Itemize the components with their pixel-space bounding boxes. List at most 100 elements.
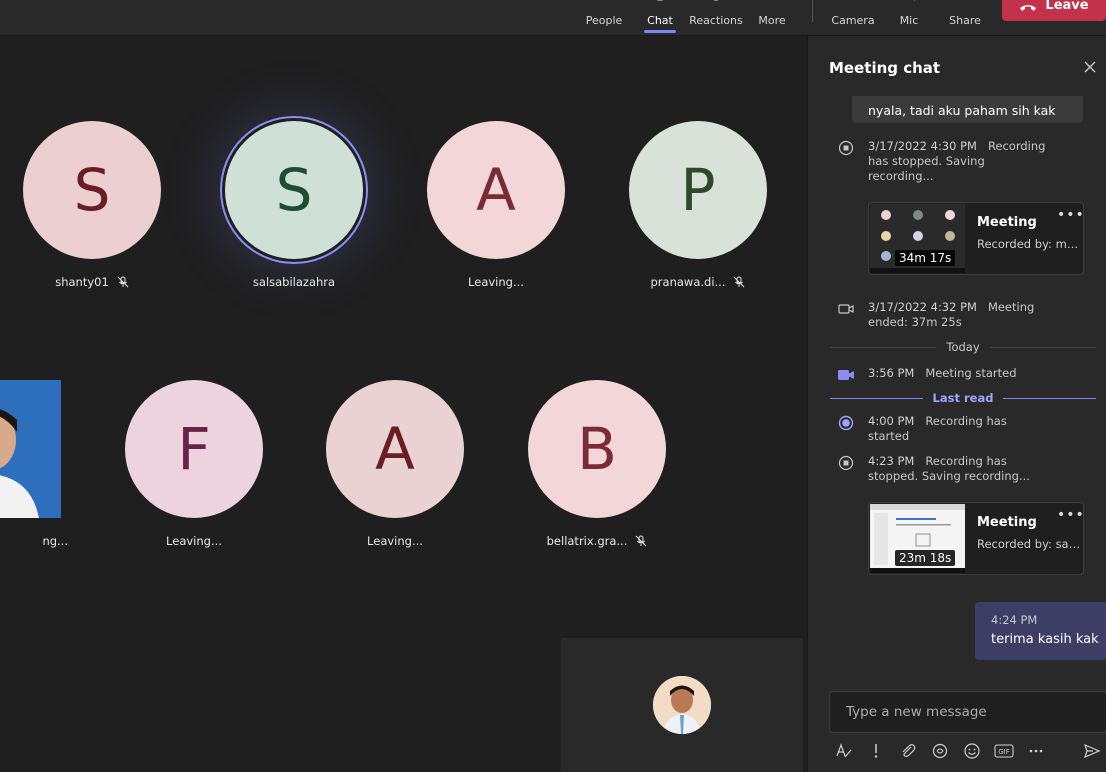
message-time: 4:24 PM xyxy=(991,613,1038,627)
participant-name: pranawa.di... xyxy=(650,275,726,289)
event-text: 4:23 PM Recording has stopped. Saving re… xyxy=(868,454,1030,483)
participant-tile[interactable]: A Leaving... xyxy=(295,380,495,580)
video-camera-filled-icon xyxy=(838,370,854,380)
chat-active-indicator xyxy=(644,30,676,33)
leave-button[interactable]: Leave xyxy=(1002,0,1106,21)
emoji-icon[interactable] xyxy=(962,741,982,761)
participant-initial: S xyxy=(275,156,313,224)
event-text: 3/17/2022 4:32 PM Meeting ended: 37m 25s xyxy=(868,300,1035,329)
self-avatar xyxy=(653,676,711,734)
loop-icon[interactable] xyxy=(930,741,950,761)
system-event: 3:56 PM Meeting started xyxy=(838,366,1038,386)
participant-tile[interactable]: A Leaving... xyxy=(396,121,596,321)
camera-icon xyxy=(844,0,862,6)
participant-avatar: A xyxy=(427,121,565,259)
participant-avatar: A xyxy=(326,380,464,518)
recording-title: Meeting xyxy=(977,515,1037,530)
participant-avatar: F xyxy=(125,380,263,518)
mic-label: Mic xyxy=(899,14,919,27)
share-icon xyxy=(956,0,974,6)
mic-off-icon xyxy=(913,0,915,1)
meeting-chat-panel: Meeting chat nyala, tadi aku paham sih k… xyxy=(807,36,1106,772)
chat-label: Chat xyxy=(647,14,673,27)
participant-tile[interactable]: F Leaving... xyxy=(94,380,294,580)
participant-initial: A xyxy=(476,156,516,224)
system-event: 3/17/2022 4:32 PM Meeting ended: 37m 25s xyxy=(838,300,1038,332)
recording-card[interactable]: 23m 18s Meeting Recorded by: sals... ••• xyxy=(868,502,1084,575)
chat-icon xyxy=(656,0,664,1)
event-text: 3:56 PM Meeting started xyxy=(868,366,1017,380)
message-text: terima kasih kak xyxy=(991,632,1099,647)
participant-name: Leaving... xyxy=(468,275,524,289)
participant-initial: S xyxy=(73,156,111,224)
mic-button[interactable]: Mic xyxy=(894,0,924,36)
participant-avatar: S xyxy=(225,121,363,259)
important-icon[interactable] xyxy=(866,741,886,761)
participant-name-row: salsabilazahra xyxy=(194,275,394,289)
chat-message: nyala, tadi aku paham sih kak xyxy=(852,96,1083,123)
people-label: People xyxy=(585,14,623,27)
reactions-button[interactable]: Reactions xyxy=(689,0,743,36)
participant-name-row: shanty01 xyxy=(0,275,192,289)
more-options-icon[interactable]: ••• xyxy=(1057,507,1085,523)
stop-record-icon xyxy=(838,140,854,156)
hang-up-icon xyxy=(1020,5,1037,11)
self-view[interactable] xyxy=(561,638,803,772)
composer-toolbar: GIF xyxy=(834,741,1104,761)
system-event: 4:00 PM Recording has started xyxy=(838,414,1038,446)
more-button[interactable]: More xyxy=(754,0,790,36)
participant-tile[interactable]: Sshanty01 xyxy=(0,121,192,321)
today-divider: Today xyxy=(830,339,1097,355)
recording-duration: 34m 17s xyxy=(895,250,956,266)
participant-name: ng... xyxy=(42,534,68,548)
camera-button[interactable]: Camera xyxy=(830,0,876,36)
event-text: 4:00 PM Recording has started xyxy=(868,414,1007,443)
system-event: 4:23 PM Recording has stopped. Saving re… xyxy=(838,454,1038,486)
message-composer xyxy=(829,691,1106,733)
gif-icon[interactable]: GIF xyxy=(994,741,1014,761)
participant-name-row: bellatrix.gra... xyxy=(497,534,697,548)
today-label: Today xyxy=(946,340,980,354)
message-input[interactable] xyxy=(830,692,1106,732)
record-icon xyxy=(838,415,854,431)
participant-initial: F xyxy=(177,415,211,483)
leave-label: Leave xyxy=(1045,0,1089,13)
participant-tile[interactable]: Bbellatrix.gra... xyxy=(497,380,697,580)
participant-name: Leaving... xyxy=(367,534,423,548)
teams-meeting-window: People Chat Reactions More Camera Mic Sh… xyxy=(0,0,1106,772)
attach-icon[interactable] xyxy=(898,741,918,761)
my-chat-message: 4:24 PM terima kasih kak xyxy=(975,602,1106,660)
share-label: Share xyxy=(949,14,981,27)
toolbar-divider xyxy=(812,0,813,22)
mic-off-icon xyxy=(635,535,647,547)
more-options-icon[interactable]: ••• xyxy=(1057,207,1085,223)
participant-name: shanty01 xyxy=(55,275,109,289)
participant-initial: A xyxy=(375,415,415,483)
participant-tile[interactable]: ng... xyxy=(0,380,92,580)
event-text: 3/17/2022 4:30 PM Recording has stopped.… xyxy=(868,139,1046,183)
participant-name-row: pranawa.di... xyxy=(598,275,798,289)
message-text: nyala, tadi aku paham sih kak xyxy=(868,103,1056,118)
participant-name: Leaving... xyxy=(166,534,222,548)
share-button[interactable]: Share xyxy=(946,0,984,36)
recording-card[interactable]: 34m 17s Meeting Recorded by: mu... ••• xyxy=(868,202,1084,275)
participant-tile[interactable]: Ppranawa.di... xyxy=(598,121,798,321)
recording-title: Meeting xyxy=(977,215,1037,230)
people-icon xyxy=(595,0,613,6)
more-label: More xyxy=(758,14,786,27)
participant-tile[interactable]: Ssalsabilazahra xyxy=(194,121,394,321)
people-button[interactable]: People xyxy=(584,0,624,36)
participant-avatar: B xyxy=(528,380,666,518)
format-icon[interactable] xyxy=(834,741,854,761)
camera-label: Camera xyxy=(831,14,875,27)
system-event: 3/17/2022 4:30 PM Recording has stopped.… xyxy=(838,139,1045,184)
close-icon[interactable] xyxy=(1083,60,1097,74)
stop-record-icon xyxy=(838,455,854,471)
participant-name-row: Leaving... xyxy=(295,534,495,548)
chat-message-list[interactable]: nyala, tadi aku paham sih kak 3/17/2022 … xyxy=(808,96,1106,676)
recording-recorded-by: Recorded by: mu... xyxy=(977,237,1081,251)
video-camera-icon xyxy=(838,304,854,314)
send-icon[interactable] xyxy=(1082,741,1102,761)
more-options-icon[interactable] xyxy=(1026,741,1046,761)
last-read-label: Last read xyxy=(932,391,994,405)
